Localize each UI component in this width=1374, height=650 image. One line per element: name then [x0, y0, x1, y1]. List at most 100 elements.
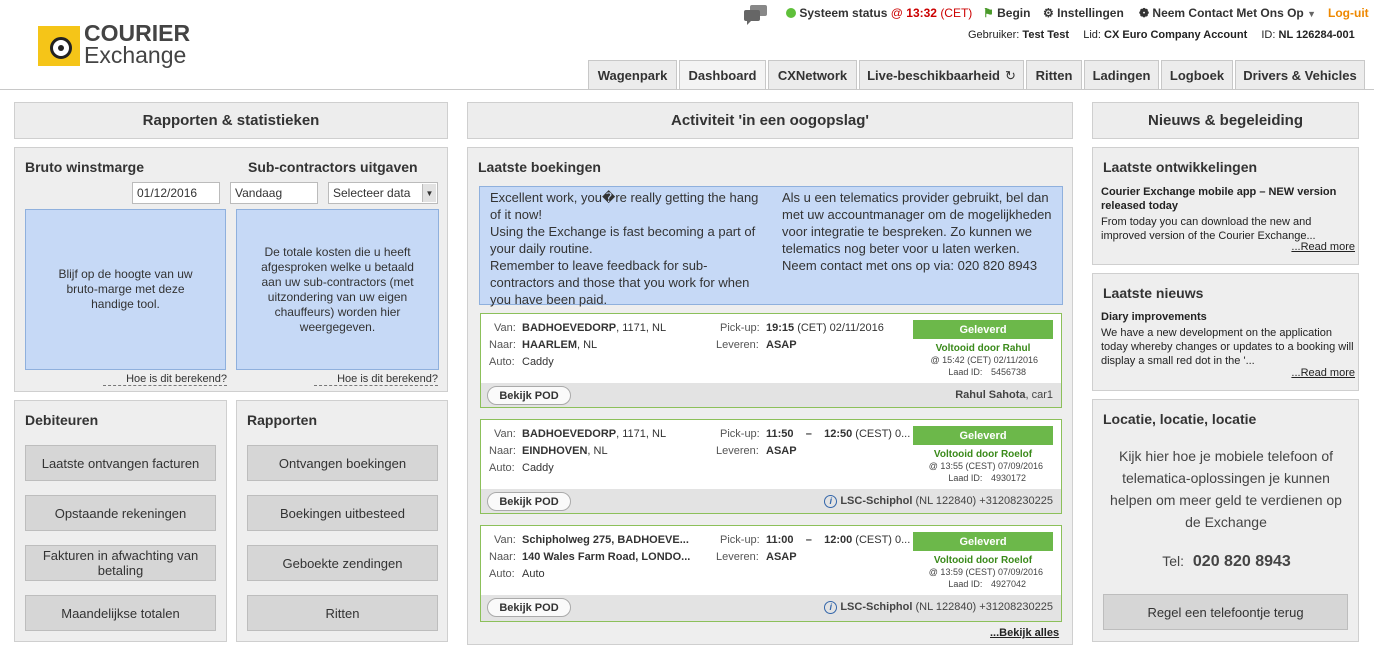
- tab-logboek[interactable]: Logboek: [1161, 60, 1233, 90]
- view-pod-button[interactable]: Bekijk POD: [487, 492, 571, 511]
- load-id: Laad ID: 4930172: [948, 473, 1026, 483]
- tab-cxnetwork[interactable]: CXNetwork: [768, 60, 857, 90]
- booking-deliver: ASAP: [766, 339, 797, 351]
- reports-header: Rapporten & statistieken: [14, 102, 448, 139]
- status-badge: Geleverd: [913, 426, 1053, 445]
- location-title: Locatie, locatie, locatie: [1103, 411, 1257, 427]
- bookings-title: Laatste boekingen: [478, 159, 601, 175]
- location-panel: Locatie, locatie, locatie Kijk hier hoe …: [1092, 399, 1359, 642]
- info-icon[interactable]: i: [824, 601, 838, 614]
- completed-by: Voltooid door Roelof: [933, 555, 1033, 566]
- booking-vehicle: Caddy: [522, 462, 554, 474]
- booking-deliver: ASAP: [766, 551, 797, 563]
- booking-to: HAARLEM, NL: [522, 339, 598, 351]
- margin-panel: Bruto winstmarge Sub-contractors uitgave…: [14, 147, 448, 392]
- booking-from: BADHOEVEDORP, 1171, NL: [522, 322, 667, 334]
- booking-pickup: 19:15 (CET) 02/11/2016: [766, 322, 884, 334]
- user-name: Test Test: [1022, 29, 1070, 41]
- completed-at: @ 13:59 (CEST) 07/09/2016: [928, 567, 1043, 577]
- sub-title: Sub-contractors uitgaven: [248, 159, 418, 175]
- news-panel: Laatste nieuws Diary improvements We hav…: [1092, 273, 1359, 391]
- chevron-down-icon: ▼: [422, 184, 436, 202]
- monthly-totals-button[interactable]: Maandelijkse totalen: [25, 595, 216, 631]
- user-info: Gebruiker: Test Test Lid: CX Euro Compan…: [968, 29, 1355, 41]
- tips-box: Excellent work, you�re really getting th…: [479, 186, 1063, 307]
- status-dot-icon: [786, 8, 796, 18]
- news-text: We have a new development on the applica…: [1101, 327, 1354, 367]
- booking-vehicle: Auto: [522, 568, 545, 580]
- booking-card[interactable]: Van: BADHOEVEDORP, 1171, NL Naar: HAARLE…: [480, 313, 1062, 408]
- sub-info-box: De totale kosten die u heeft afgesproken…: [236, 209, 439, 370]
- logo[interactable]: COURIER Exchange: [36, 20, 226, 70]
- news-headline[interactable]: Diary improvements: [1101, 311, 1351, 323]
- completed-at: @ 13:55 (CEST) 07/09/2016: [928, 461, 1043, 471]
- header-divider: [0, 89, 1374, 90]
- latest-invoices-button[interactable]: Laatste ontvangen facturen: [25, 445, 216, 481]
- system-status[interactable]: Systeem status @ 13:32 (CET): [786, 6, 972, 20]
- booking-to: 140 Wales Farm Road, LONDO...: [522, 551, 691, 563]
- developments-headline[interactable]: Courier Exchange mobile app – NEW versio…: [1101, 185, 1351, 213]
- tab-wagenpark[interactable]: Wagenpark: [588, 60, 677, 90]
- tab-live-beschikbaarheid[interactable]: Live-beschikbaarheid ↻: [859, 60, 1024, 90]
- today-input[interactable]: Vandaag: [230, 182, 318, 204]
- rapporten-title: Rapporten: [247, 412, 317, 428]
- begin-link[interactable]: ⚑ Begin: [983, 6, 1030, 20]
- tab-drivers-vehicles[interactable]: Drivers & Vehicles: [1235, 60, 1365, 90]
- completed-by: Voltooid door Roelof: [933, 449, 1033, 460]
- booked-shipments-button[interactable]: Geboekte zendingen: [247, 545, 438, 581]
- news-read-more[interactable]: ...Read more: [1291, 367, 1355, 379]
- tips-right-text: Als u een telematics provider gebruikt, …: [782, 190, 1052, 273]
- booking-from: Schipholweg 275, BADHOEVE...: [522, 534, 689, 546]
- lifebuoy-icon: ❁: [1139, 6, 1150, 20]
- location-text: Kijk hier hoe je mobiele telefoon of tel…: [1110, 448, 1342, 530]
- developments-panel: Laatste ontwikkelingen Courier Exchange …: [1092, 147, 1359, 265]
- status-badge: Geleverd: [913, 532, 1053, 551]
- booking-contact: i LSC-Schiphol (NL 122840) +31208230225: [824, 601, 1053, 614]
- booking-pickup: 11:00 – 12:00 (CEST) 0...: [766, 534, 911, 546]
- activity-header: Activiteit 'in een oogopslag': [467, 102, 1073, 139]
- gear-icon: ⚙: [1043, 6, 1054, 20]
- outstanding-accounts-button[interactable]: Opstaande rekeningen: [25, 495, 216, 531]
- chevron-down-icon: ▼: [1307, 9, 1317, 19]
- view-pod-button[interactable]: Bekijk POD: [487, 386, 571, 405]
- contact-dropdown[interactable]: ❁ Neem Contact Met Ons Op ▼: [1139, 6, 1316, 20]
- load-id: Laad ID: 5456738: [948, 367, 1026, 377]
- booking-pickup: 11:50 – 12:50 (CEST) 0...: [766, 428, 911, 440]
- status-badge: Geleverd: [913, 320, 1053, 339]
- date-input[interactable]: 01/12/2016: [132, 182, 220, 204]
- account-name: CX Euro Company Account: [1104, 29, 1248, 41]
- view-pod-button[interactable]: Bekijk POD: [487, 598, 571, 617]
- request-callback-button[interactable]: Regel een telefoontje terug: [1103, 594, 1348, 630]
- info-icon[interactable]: i: [824, 495, 838, 508]
- rapporten-panel: Rapporten Ontvangen boekingen Boekingen …: [236, 400, 448, 642]
- view-all-link[interactable]: ...Bekijk alles: [990, 627, 1059, 639]
- load-id: Laad ID: 4927042: [948, 579, 1026, 589]
- logo-text-exchange: Exchange: [84, 42, 187, 68]
- debiteuren-panel: Debiteuren Laatste ontvangen facturen Op…: [14, 400, 227, 642]
- status-time: 13:32: [906, 6, 937, 20]
- chat-icon[interactable]: [743, 4, 769, 26]
- booking-from: BADHOEVEDORP, 1171, NL: [522, 428, 667, 440]
- bruto-title: Bruto winstmarge: [25, 159, 145, 175]
- developments-read-more[interactable]: ...Read more: [1291, 241, 1355, 253]
- tab-ritten[interactable]: Ritten: [1026, 60, 1082, 90]
- pending-invoices-button[interactable]: Fakturen in afwachting van betaling: [25, 545, 216, 581]
- booking-to: EINDHOVEN, NL: [522, 445, 608, 457]
- outsourced-bookings-button[interactable]: Boekingen uitbesteed: [247, 495, 438, 531]
- logout-link[interactable]: Log-uit: [1328, 6, 1369, 20]
- bruto-info-box: Blijf op de hoogte van uw bruto-marge me…: [25, 209, 226, 370]
- tips-left-text: Excellent work, you�re really getting th…: [490, 190, 759, 307]
- ritten-button[interactable]: Ritten: [247, 595, 438, 631]
- how-calculated-link-sub[interactable]: Hoe is dit berekend?: [314, 373, 438, 386]
- how-calculated-link-bruto[interactable]: Hoe is dit berekend?: [103, 373, 227, 386]
- account-id: NL 126284-001: [1278, 29, 1355, 41]
- booking-card[interactable]: Van: BADHOEVEDORP, 1171, NL Naar: EINDHO…: [480, 419, 1062, 514]
- received-bookings-button[interactable]: Ontvangen boekingen: [247, 445, 438, 481]
- booking-card[interactable]: Van: Schipholweg 275, BADHOEVE... Naar: …: [480, 525, 1062, 622]
- news-title: Laatste nieuws: [1103, 285, 1204, 301]
- settings-link[interactable]: ⚙ Instellingen: [1043, 6, 1124, 20]
- tab-ladingen[interactable]: Ladingen: [1084, 60, 1159, 90]
- developments-text: From today you can download the new and …: [1101, 216, 1316, 242]
- tab-dashboard[interactable]: Dashboard: [679, 60, 766, 90]
- date-select[interactable]: Selecteer data ▼: [328, 182, 438, 204]
